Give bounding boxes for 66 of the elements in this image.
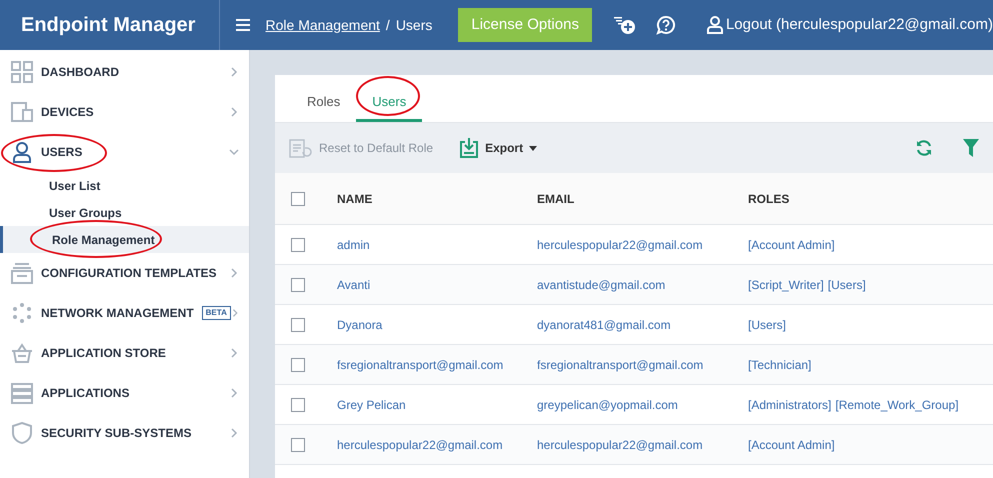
sidebar-item[interactable]: APPLICATIONS [0, 373, 249, 413]
role-link[interactable]: [Script_Writer] [748, 276, 824, 294]
menu-icon[interactable] [236, 19, 250, 31]
user-name-link[interactable]: herculespopular22@gmail.com [337, 438, 503, 452]
breadcrumb-link[interactable]: Role Management [266, 14, 380, 36]
breadcrumb-separator: / [386, 16, 390, 34]
user-icon [706, 16, 724, 34]
role-link[interactable]: [Administrators] [748, 396, 832, 414]
server-rows-icon [11, 382, 33, 404]
checkbox[interactable] [291, 398, 305, 412]
app-title: Endpoint Manager [21, 13, 196, 38]
checkbox[interactable] [291, 238, 305, 252]
email-text: herculespopular22@gmail.com [537, 238, 703, 252]
sidebar-item[interactable]: USERS [0, 132, 249, 172]
checkbox[interactable] [291, 278, 305, 292]
email-text: avantistude@gmail.com [537, 278, 666, 292]
sidebar-item[interactable]: DEVICES [0, 92, 249, 132]
email-text: greypelican@yopmail.com [537, 398, 678, 412]
beta-badge: BETA [202, 306, 231, 320]
email-text: herculespopular22@gmail.com [537, 438, 703, 452]
dotted-circle-icon [11, 302, 33, 324]
column-header[interactable]: ROLES [748, 190, 993, 208]
email-text: dyanorat481@gmail.com [537, 318, 671, 332]
role-link[interactable]: [Users] [748, 316, 786, 334]
sidebar-item[interactable]: DASHBOARD [0, 52, 249, 92]
user-name-link[interactable]: fsregionaltransport@gmail.com [337, 358, 504, 372]
select-all-checkbox[interactable] [291, 192, 305, 206]
role-link[interactable]: [Account Admin] [748, 436, 835, 454]
role-link[interactable]: [Account Admin] [748, 236, 835, 254]
breadcrumb-current: Users [396, 16, 432, 34]
caret-icon [529, 146, 538, 150]
logout-link[interactable]: Logout (herculespopular22@gmail.com) [726, 14, 993, 36]
tab[interactable]: Roles [291, 84, 356, 122]
sidebar-item[interactable]: APPLICATION STORE [0, 333, 249, 373]
devices-icon [11, 101, 33, 123]
sidebar-item[interactable]: CONFIGURATION TEMPLATES [0, 253, 249, 293]
add-list-icon[interactable] [614, 15, 636, 35]
checkbox[interactable] [291, 438, 305, 452]
column-header[interactable]: NAME [337, 190, 537, 208]
column-header[interactable]: EMAIL [537, 190, 748, 208]
export-button[interactable]: Export [459, 138, 538, 158]
grid-icon [11, 61, 33, 83]
user-name-link[interactable]: Dyanora [337, 318, 382, 332]
user-name-link[interactable]: Avanti [337, 278, 370, 292]
basket-icon [11, 342, 33, 364]
stacked-layers-icon [11, 262, 33, 284]
role-link[interactable]: [Remote_Work_Group] [835, 396, 959, 414]
sidebar-item[interactable]: NETWORK MANAGEMENT BETA [0, 293, 249, 333]
email-text: fsregionaltransport@gmail.com [537, 358, 704, 372]
help-icon[interactable] [656, 15, 676, 35]
refresh-icon[interactable] [915, 139, 933, 157]
shield-icon [11, 422, 33, 444]
sidebar-subitem[interactable]: User Groups [0, 199, 249, 226]
user-name-link[interactable]: admin [337, 238, 370, 252]
role-link[interactable]: [Users] [828, 276, 866, 294]
download-icon [459, 138, 480, 158]
user-icon [11, 141, 33, 163]
clipboard-reset-icon [289, 137, 313, 159]
sidebar-item[interactable]: SECURITY SUB-SYSTEMS [0, 413, 249, 453]
sidebar-subitem[interactable]: User List [0, 172, 249, 199]
checkbox[interactable] [291, 318, 305, 332]
sidebar-subitem[interactable]: Role Management [0, 226, 249, 253]
checkbox[interactable] [291, 358, 305, 372]
role-link[interactable]: [Technician] [748, 356, 812, 374]
filter-icon[interactable] [963, 139, 979, 157]
user-name-link[interactable]: Grey Pelican [337, 398, 406, 412]
